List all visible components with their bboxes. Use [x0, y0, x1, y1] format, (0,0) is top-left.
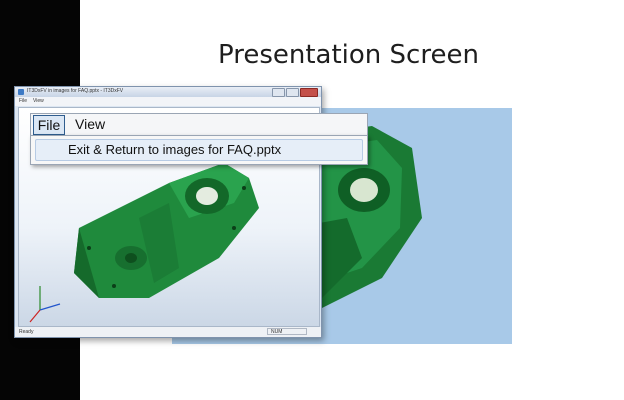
maximize-icon[interactable] — [286, 88, 299, 97]
window-menu-file[interactable]: File — [19, 98, 27, 104]
menu-item-exit-return-label: Exit & Return to images for FAQ.pptx — [68, 142, 282, 157]
window-title: IT3DxFV in images for FAQ.pptx - IT3DxFV — [27, 88, 124, 94]
window-app-icon — [18, 89, 24, 95]
window-statusbar: Ready NUM — [15, 327, 321, 337]
menu-item-exit-return[interactable]: Exit & Return to images for FAQ.pptx — [35, 139, 363, 161]
magnified-menubar: File View — [30, 113, 368, 137]
file-dropdown-menu: Exit & Return to images for FAQ.pptx — [30, 135, 368, 165]
menu-view[interactable]: View — [75, 116, 105, 132]
window-titlebar[interactable]: IT3DxFV in images for FAQ.pptx - IT3DxFV — [15, 87, 321, 97]
window-menu-view[interactable]: View — [33, 98, 44, 104]
axis-triad-icon — [26, 280, 66, 324]
window-controls — [272, 88, 318, 97]
window-menubar: File View — [15, 97, 321, 106]
status-text: Ready — [19, 329, 34, 335]
menu-file[interactable]: File — [33, 115, 65, 135]
status-num-indicator: NUM — [267, 328, 307, 335]
minimize-icon[interactable] — [272, 88, 285, 97]
close-icon[interactable] — [300, 88, 318, 97]
slide-title: Presentation Screen — [218, 40, 479, 70]
